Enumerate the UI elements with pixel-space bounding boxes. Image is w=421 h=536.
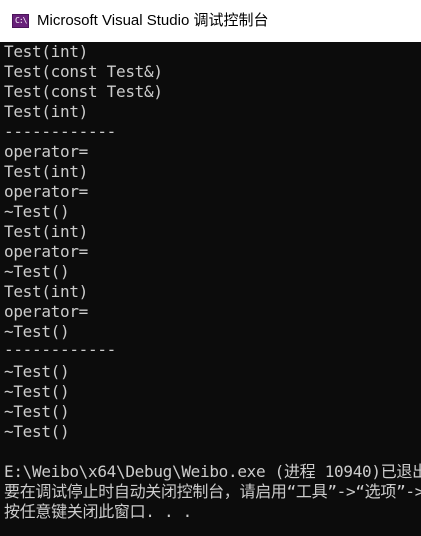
console-line: ~Test() [4, 402, 70, 421]
console-line: Test(int) [4, 222, 88, 241]
console-line: Test(int) [4, 282, 88, 301]
console-line: ~Test() [4, 422, 70, 441]
visual-studio-console-icon: C:\ [12, 14, 29, 28]
app-icon-glyph: C:\ [15, 16, 27, 25]
console-line: operator= [4, 242, 88, 261]
console-line: Test(const Test&) [4, 62, 163, 81]
auto-close-hint-line: 要在调试停止时自动关闭控制台，请启用“工具”->“选项”->“调试”->“调试停… [4, 482, 421, 501]
console-line: Test(int) [4, 162, 88, 181]
window-title: Microsoft Visual Studio 调试控制台 [37, 12, 269, 29]
console-line: operator= [4, 182, 88, 201]
console-line: ~Test() [4, 202, 70, 221]
console-line: ~Test() [4, 382, 70, 401]
console-output[interactable]: Test(int) Test(const Test&) Test(const T… [0, 42, 421, 536]
console-line: operator= [4, 142, 88, 161]
console-line: ~Test() [4, 362, 70, 381]
console-window: C:\ Microsoft Visual Studio 调试控制台 Test(i… [0, 0, 421, 536]
separator-line: ------------ [4, 122, 116, 141]
press-any-key-line: 按任意键关闭此窗口. . . [4, 502, 192, 521]
console-line: operator= [4, 302, 88, 321]
console-line: ~Test() [4, 262, 70, 281]
console-line: Test(int) [4, 42, 88, 61]
console-line: Test(int) [4, 102, 88, 121]
console-line: ~Test() [4, 322, 70, 341]
separator-line: ------------ [4, 340, 116, 359]
title-bar[interactable]: C:\ Microsoft Visual Studio 调试控制台 [0, 0, 421, 42]
console-line: Test(const Test&) [4, 82, 163, 101]
exit-message-line: E:\Weibo\x64\Debug\Weibo.exe (进程 10940)已… [4, 462, 421, 481]
